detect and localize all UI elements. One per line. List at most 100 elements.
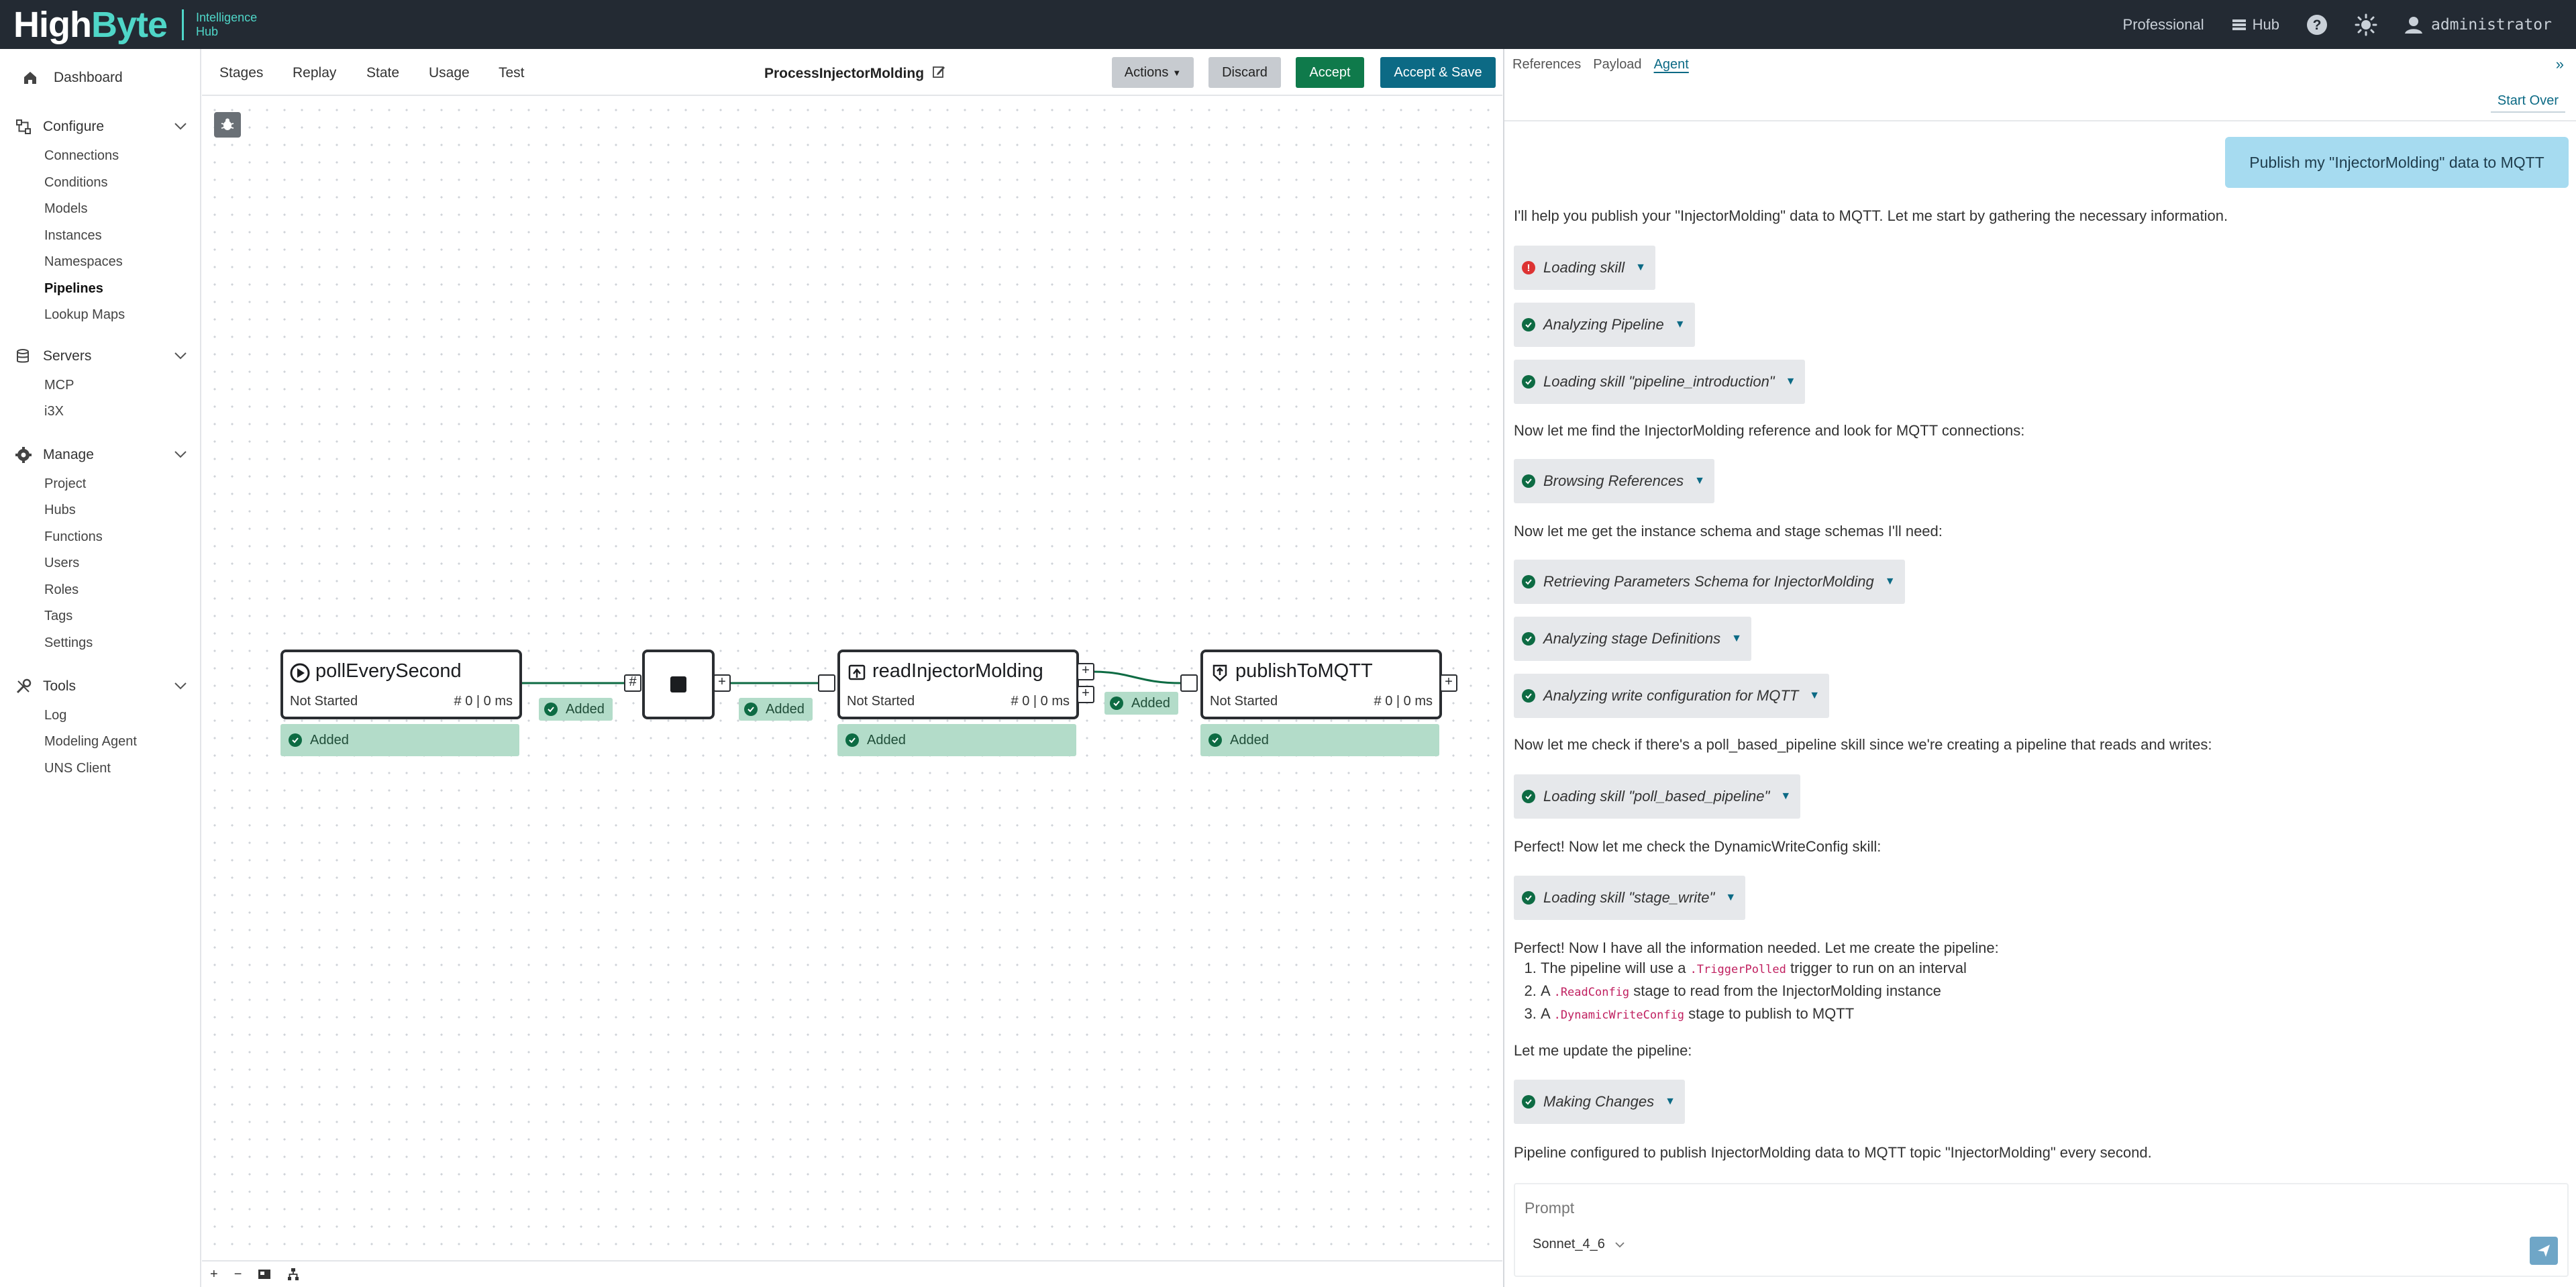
port-plus[interactable]: + (1440, 674, 1457, 692)
node-stop[interactable] (642, 650, 715, 719)
tool-call-browsing-references[interactable]: Browsing References ▼ (1514, 459, 1714, 503)
check-circle-icon (1522, 790, 1535, 803)
sidebar-item-i3x[interactable]: i3X (44, 404, 64, 419)
node-read-injector-molding[interactable]: readInjectorMolding Not Started # 0 | 0 … (837, 650, 1079, 719)
sidebar-item-uns-client[interactable]: UNS Client (44, 761, 111, 776)
check-circle-icon (1110, 697, 1123, 710)
sidebar-item-project[interactable]: Project (44, 476, 86, 492)
edge-added-badge: Added (539, 698, 613, 721)
port-input[interactable] (818, 674, 835, 692)
port-input[interactable] (1180, 674, 1198, 692)
accept-save-button[interactable]: Accept & Save (1380, 57, 1496, 88)
sidebar-item-lookup-maps[interactable]: Lookup Maps (44, 307, 125, 323)
port-plus[interactable]: + (1077, 686, 1094, 703)
actions-dropdown[interactable]: Actions ▼ (1112, 57, 1194, 88)
tab-state[interactable]: State (366, 65, 399, 81)
home-icon (21, 69, 39, 87)
sidebar-item-users[interactable]: Users (44, 556, 79, 571)
node-publish-to-mqtt[interactable]: publishToMQTT Not Started # 0 | 0 ms (1200, 650, 1442, 719)
sidebar-group-servers[interactable]: Servers (15, 348, 188, 365)
check-circle-icon (1522, 575, 1535, 588)
caret-down-icon: ▼ (1665, 1096, 1676, 1107)
tool-call-loading-skill-intro[interactable]: Loading skill "pipeline_introduction" ▼ (1514, 360, 1806, 404)
tab-stages[interactable]: Stages (219, 65, 263, 81)
stop-icon (670, 676, 686, 692)
collapse-panel-icon[interactable]: » (2556, 56, 2564, 73)
discard-button[interactable]: Discard (1208, 57, 1281, 88)
play-icon (290, 663, 310, 683)
sidebar-item-instances[interactable]: Instances (44, 228, 102, 244)
start-over-button[interactable]: Start Over (2490, 91, 2565, 113)
edge-added-badge: Added (1104, 692, 1178, 715)
help-button[interactable]: ? (2306, 14, 2328, 36)
sidebar-item-log[interactable]: Log (44, 708, 66, 723)
port-hash[interactable]: # (624, 674, 641, 692)
sidebar-item-hubs[interactable]: Hubs (44, 503, 76, 518)
tool-call-retrieving-schema[interactable]: Retrieving Parameters Schema for Injecto… (1514, 560, 1905, 604)
tab-agent[interactable]: Agent (1654, 57, 1689, 72)
check-circle-icon (845, 733, 859, 747)
chevron-down-icon (173, 447, 188, 463)
sidebar-item-namespaces[interactable]: Namespaces (44, 254, 123, 270)
tool-call-loading-skill-poll[interactable]: Loading skill "poll_based_pipeline" ▼ (1514, 774, 1801, 819)
zoom-out-button[interactable]: − (234, 1267, 242, 1282)
theme-toggle[interactable] (2355, 13, 2377, 36)
send-button[interactable] (2530, 1237, 2558, 1265)
caret-down-icon: ▼ (1635, 262, 1646, 273)
edge-added-badge: Added (739, 698, 813, 721)
tool-call-analyzing-pipeline[interactable]: Analyzing Pipeline ▼ (1514, 303, 1695, 347)
logo-wordmark: HighByte (13, 4, 168, 45)
sidebar-group-manage[interactable]: Manage (15, 446, 188, 464)
layout-button[interactable] (287, 1268, 299, 1281)
check-circle-icon (1522, 891, 1535, 905)
tab-payload[interactable]: Payload (1593, 57, 1641, 72)
node-added-badge: Added (837, 724, 1076, 756)
sidebar-item-connections[interactable]: Connections (44, 148, 119, 164)
sidebar-item-tags[interactable]: Tags (44, 609, 72, 624)
sidebar-item-mcp[interactable]: MCP (44, 378, 74, 393)
sidebar-item-modeling-agent[interactable]: Modeling Agent (44, 734, 137, 750)
zoom-in-button[interactable]: + (210, 1267, 218, 1282)
tab-test[interactable]: Test (499, 65, 525, 81)
chevron-down-icon (173, 348, 188, 364)
sidebar-item-models[interactable]: Models (44, 201, 87, 217)
tool-call-loading-skill-stage-write[interactable]: Loading skill "stage_write" ▼ (1514, 876, 1746, 920)
logo-word-byte: Byte (91, 4, 168, 45)
user-menu[interactable]: administrator (2404, 15, 2552, 34)
fit-view-button[interactable] (258, 1269, 271, 1280)
list-text: stage to publish to MQTT (1684, 1005, 1855, 1022)
tools-icon (15, 678, 32, 695)
node-poll-every-second[interactable]: pollEverySecond Not Started # 0 | 0 ms (280, 650, 522, 719)
sidebar-item-pipelines[interactable]: Pipelines (44, 281, 103, 297)
sidebar-item-dashboard[interactable]: Dashboard (21, 69, 123, 87)
hub-link[interactable]: Hub (2231, 16, 2279, 34)
sidebar-item-settings[interactable]: Settings (44, 635, 93, 651)
canvas-controls: + − (202, 1260, 1502, 1287)
tool-call-analyzing-write-config[interactable]: Analyzing write configuration for MQTT ▼ (1514, 674, 1830, 718)
pipeline-editor: Stages Replay State Usage Test ProcessIn… (202, 49, 1502, 1287)
divider (1504, 120, 2576, 121)
tab-usage[interactable]: Usage (429, 65, 470, 81)
prompt-input[interactable] (1525, 1199, 2464, 1217)
model-select[interactable]: Sonnet_4_6 (1533, 1237, 1625, 1252)
pipeline-canvas[interactable]: pollEverySecond Not Started # 0 | 0 ms A… (202, 97, 1502, 1260)
edit-icon[interactable] (932, 65, 945, 83)
sidebar-group-configure[interactable]: Configure (15, 118, 188, 136)
logo[interactable]: HighByte Intelligence Hub (13, 0, 257, 49)
sidebar: Dashboard Configure Connections Conditio… (0, 49, 201, 1287)
port-plus[interactable]: + (713, 674, 731, 692)
publish-icon (1213, 664, 1227, 682)
sidebar-group-label: Tools (43, 678, 76, 694)
port-plus[interactable]: + (1077, 663, 1094, 680)
accept-button[interactable]: Accept (1296, 57, 1364, 88)
tool-call-making-changes[interactable]: Making Changes ▼ (1514, 1080, 1685, 1124)
sidebar-item-roles[interactable]: Roles (44, 582, 79, 598)
sidebar-item-functions[interactable]: Functions (44, 529, 103, 545)
sidebar-group-tools[interactable]: Tools (15, 678, 188, 695)
tab-replay[interactable]: Replay (293, 65, 336, 81)
tool-call-loading-skill[interactable]: ! Loading skill ▼ (1514, 246, 1655, 290)
tool-label: Browsing References (1543, 472, 1684, 489)
tab-references[interactable]: References (1512, 57, 1581, 72)
sidebar-item-conditions[interactable]: Conditions (44, 175, 108, 191)
tool-call-analyzing-stage-definitions[interactable]: Analyzing stage Definitions ▼ (1514, 617, 1751, 661)
